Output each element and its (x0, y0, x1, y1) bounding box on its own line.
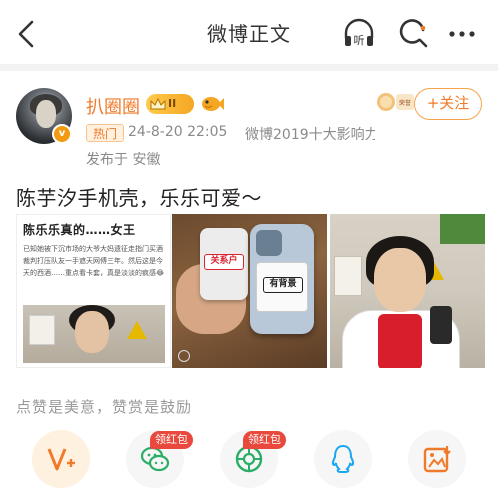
vip-badge[interactable]: II (146, 94, 194, 114)
header-divider (0, 64, 498, 71)
background-tree (440, 214, 485, 244)
search-icon (399, 19, 428, 48)
reward-text: 点赞是美意，赞赏是鼓励 (16, 398, 193, 416)
red-packet-badge: 领红包 (150, 431, 193, 449)
image-save-icon (423, 446, 451, 473)
white-card-case: 关系户 (200, 228, 248, 300)
vip-level: II (168, 97, 177, 110)
author-name[interactable]: 扒圈圈 (86, 93, 140, 119)
post-source[interactable]: 微博2019十大影响力... (245, 124, 375, 144)
verified-badge-icon: v (52, 124, 72, 144)
sign-board (29, 315, 55, 345)
svg-text:听: 听 (354, 34, 365, 47)
qq-icon (331, 444, 355, 473)
honor-medal-icon[interactable]: 荣誉 (376, 90, 416, 114)
headphones-icon: 听 (344, 18, 374, 47)
photo-face (374, 248, 426, 312)
card-label: 有背景 (263, 277, 303, 293)
photo-face (75, 311, 109, 353)
hot-tag: 热门 (86, 124, 125, 142)
more-button[interactable] (446, 16, 480, 50)
top-bar: 微博正文 听 (0, 0, 498, 64)
sign-board (334, 256, 362, 296)
crown-icon (150, 97, 166, 110)
avatar-face (36, 100, 56, 128)
camera-module (256, 230, 282, 256)
live-photo-icon (178, 350, 190, 362)
fish-badge-icon[interactable] (200, 93, 224, 115)
red-packet-badge: 领红包 (243, 431, 286, 449)
medal-label: 荣誉 (399, 99, 411, 107)
warning-sign-icon (127, 321, 147, 339)
image-caption-title: 陈乐乐真的……女王 (23, 223, 136, 237)
image-photo (23, 305, 165, 363)
post-text: 陈芋汐手机壳，乐乐可爱～ (16, 186, 262, 210)
post-image-1[interactable]: 陈乐乐真的……女王 已知她被下沉市场的大爷大妈遗征走指门买酒裁判打压队友一手遮天… (16, 214, 171, 368)
post-location: 发布于 安徽 (86, 152, 161, 168)
jacket-stripe (378, 314, 422, 368)
reward-button[interactable] (32, 430, 90, 488)
follow-button[interactable]: +关注 (414, 88, 482, 120)
listen-button[interactable]: 听 (342, 16, 376, 50)
search-button[interactable] (397, 16, 431, 50)
post-image-3[interactable] (330, 214, 485, 368)
image-caption-body: 已知她被下沉市场的大爷大妈遗征走指门买酒裁判打压队友一手遮天网傅三年。然后这是今… (23, 245, 165, 277)
case-label: 关系户 (204, 254, 244, 270)
post-image-2[interactable]: 关系户 有背景 (172, 214, 327, 368)
qq-share-button[interactable] (314, 430, 372, 488)
reward-icon (47, 448, 75, 471)
blue-phone: 有背景 (250, 224, 314, 334)
post-time: 24-8-20 22:05 (128, 124, 228, 140)
held-phone (430, 306, 452, 344)
phone-card: 有背景 (256, 262, 308, 312)
save-image-button[interactable] (408, 430, 466, 488)
more-dots-icon (449, 31, 475, 37)
